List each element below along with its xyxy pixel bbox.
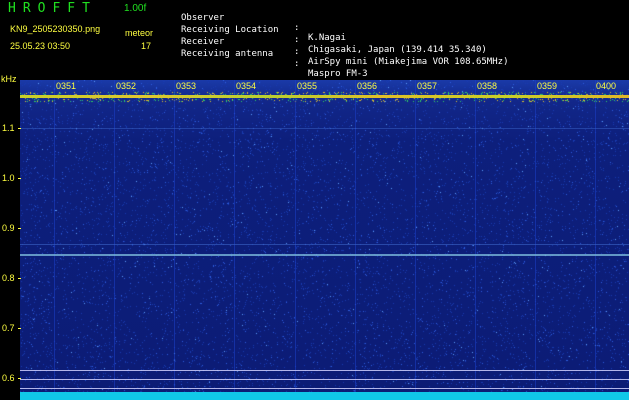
info-colon: :	[294, 35, 300, 45]
info-value: Chigasaki, Japan (139.414 35.340)	[308, 45, 487, 55]
reference-line	[20, 388, 629, 389]
filename-label: KN9_2505230350.png	[10, 24, 101, 34]
frequency-tick	[18, 128, 21, 129]
time-label: 0359	[537, 81, 558, 91]
frequency-tick	[18, 378, 21, 379]
spectrogram-plot	[20, 80, 629, 400]
frequency-trace	[20, 254, 629, 256]
frequency-tick	[18, 178, 21, 179]
info-colon: :	[294, 47, 300, 57]
time-label: 0400	[596, 81, 617, 91]
baseline-band	[20, 392, 629, 400]
frequency-trace	[20, 128, 629, 129]
info-colon: :	[294, 59, 300, 69]
meteor-label: meteor	[125, 28, 154, 38]
frequency-tick-label: 0.6	[2, 373, 15, 383]
version-label: 1.00f	[124, 3, 147, 14]
info-row-location: Receiving Location : Chigasaki, Japan (1…	[181, 15, 487, 55]
spectrogram-window: HROFFT 1.00f KN9_2505230350.png 25.05.23…	[0, 0, 629, 400]
time-label: 0352	[116, 81, 137, 91]
frequency-tick	[18, 328, 21, 329]
frequency-tick-label: 0.8	[2, 273, 15, 283]
info-key: Receiving antenna	[181, 49, 274, 59]
frequency-tick	[18, 278, 21, 279]
time-label: 0358	[477, 81, 498, 91]
info-value: AirSpy mini (Miakejima VOR 108.65MHz)	[308, 57, 509, 67]
time-label: 0357	[417, 81, 438, 91]
info-value: K.Nagai	[308, 33, 346, 43]
info-row-receiver: Receiver : AirSpy mini (Miakejima VOR 10…	[181, 27, 508, 67]
time-label: 0354	[236, 81, 257, 91]
datetime-label: 25.05.23 03:50	[10, 41, 71, 51]
info-row-antenna: Receiving antenna : Maspro FM-3	[181, 39, 368, 79]
frequency-unit-label: kHz	[1, 74, 17, 84]
app-title: HROFFT	[8, 1, 97, 16]
reference-line	[20, 370, 629, 371]
frequency-tick-label: 0.7	[2, 323, 15, 333]
time-label: 0356	[357, 81, 378, 91]
frequency-tick-label: 1.0	[2, 173, 15, 183]
time-label: 0353	[176, 81, 197, 91]
frequency-tick-label: 1.1	[2, 123, 15, 133]
frequency-trace	[20, 244, 629, 245]
frequency-tick-label: 0.9	[2, 223, 15, 233]
carrier-band	[20, 95, 629, 98]
reference-line	[20, 379, 629, 380]
time-label: 0351	[56, 81, 77, 91]
info-row-observer: Observer : K.Nagai	[181, 3, 346, 43]
info-value: Maspro FM-3	[308, 69, 368, 79]
info-colon: :	[294, 23, 300, 33]
meteor-count: 17	[141, 41, 152, 51]
frequency-tick	[18, 228, 21, 229]
time-label: 0355	[297, 81, 318, 91]
